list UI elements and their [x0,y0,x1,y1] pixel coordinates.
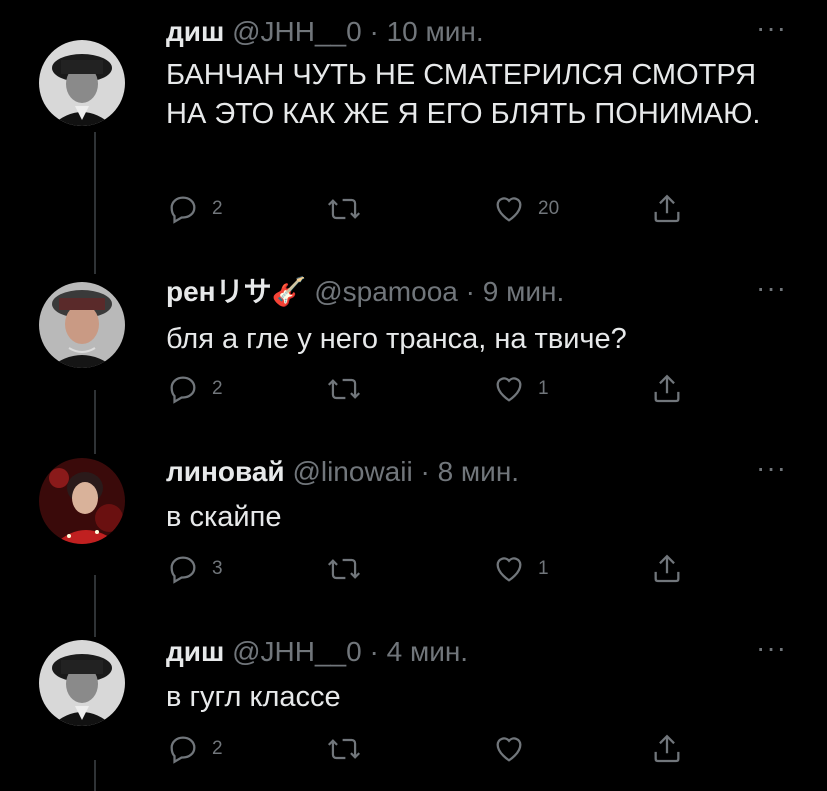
timestamp[interactable]: 10 мин. [387,16,484,47]
retweet-button[interactable] [326,192,374,226]
separator-dot: · [465,276,475,307]
user-name[interactable]: диш [166,636,224,667]
share-icon [650,732,684,766]
like-icon [492,552,526,586]
like-button[interactable]: 20 [492,192,559,226]
avatar[interactable] [39,40,125,126]
user-handle[interactable]: @spamooa [314,276,458,307]
reply-button[interactable]: 2 [166,192,223,226]
reply-icon [166,552,200,586]
user-name[interactable]: линовай [166,456,285,487]
reply-button[interactable]: 2 [166,732,223,766]
avatar[interactable] [39,640,125,726]
user-handle[interactable]: @linowaii [292,456,412,487]
like-count: 20 [538,198,560,219]
separator-dot: · [420,456,430,487]
more-icon[interactable]: ··· [756,454,787,482]
like-count: 1 [538,378,549,399]
like-count: 1 [538,558,549,579]
tweet[interactable]: диш @JHH__0 · 10 мин. ··· БАНЧАН ЧУТЬ НЕ… [0,0,827,260]
more-icon[interactable]: ··· [756,274,787,302]
timestamp[interactable]: 8 мин. [438,456,519,487]
more-icon[interactable]: ··· [756,634,787,662]
share-button[interactable] [650,732,684,766]
like-icon [492,732,526,766]
share-icon [650,372,684,406]
reply-icon [166,372,200,406]
like-icon [492,192,526,226]
share-icon [650,192,684,226]
tweet-text: бля а гле у него транса, на твиче? [166,323,627,355]
reply-button[interactable]: 2 [166,372,223,406]
user-name[interactable]: диш [166,16,224,47]
retweet-icon [326,732,362,766]
share-button[interactable] [650,372,684,406]
reply-icon [166,732,200,766]
retweet-icon [326,372,362,406]
tweet[interactable]: диш @JHH__0 · 4 мин. ··· в гугл классе 2 [0,620,827,791]
retweet-icon [326,552,362,586]
avatar[interactable] [39,458,125,544]
timestamp[interactable]: 9 мин. [483,276,564,307]
reply-icon [166,192,200,226]
retweet-button[interactable] [326,372,374,406]
retweet-icon [326,192,362,226]
timestamp[interactable]: 4 мин. [387,636,468,667]
retweet-button[interactable] [326,732,374,766]
tweet-text: в скайпе [166,501,282,533]
reply-count: 2 [212,738,223,759]
more-icon[interactable]: ··· [756,14,787,42]
tweet-actions: 3 1 [166,552,706,588]
reply-count: 2 [212,378,223,399]
like-button[interactable] [492,732,538,766]
share-icon [650,552,684,586]
tweet-text: в гугл классе [166,681,341,713]
tweet-text: БАНЧАН ЧУТЬ НЕ СМАТЕРИЛСЯ СМОТРЯ НА ЭТО … [166,59,761,130]
separator-dot: · [369,636,379,667]
separator-dot: · [369,16,379,47]
share-button[interactable] [650,552,684,586]
user-handle[interactable]: @JHH__0 [232,636,362,667]
tweet[interactable]: линовай @linowaii · 8 мин. ··· в скайпе … [0,440,827,620]
like-button[interactable]: 1 [492,372,549,406]
share-button[interactable] [650,192,684,226]
user-handle[interactable]: @JHH__0 [232,16,362,47]
like-icon [492,372,526,406]
tweet-actions: 2 [166,732,706,768]
avatar[interactable] [39,282,125,368]
like-button[interactable]: 1 [492,552,549,586]
tweet-actions: 2 1 [166,372,706,408]
user-name[interactable]: ренリサ🎸 [166,276,306,307]
tweet[interactable]: ренリサ🎸 @spamooa · 9 мин. ··· бля а гле у… [0,260,827,440]
reply-count: 3 [212,558,223,579]
retweet-button[interactable] [326,552,374,586]
reply-count: 2 [212,198,223,219]
reply-button[interactable]: 3 [166,552,223,586]
tweet-actions: 2 20 [166,192,706,228]
